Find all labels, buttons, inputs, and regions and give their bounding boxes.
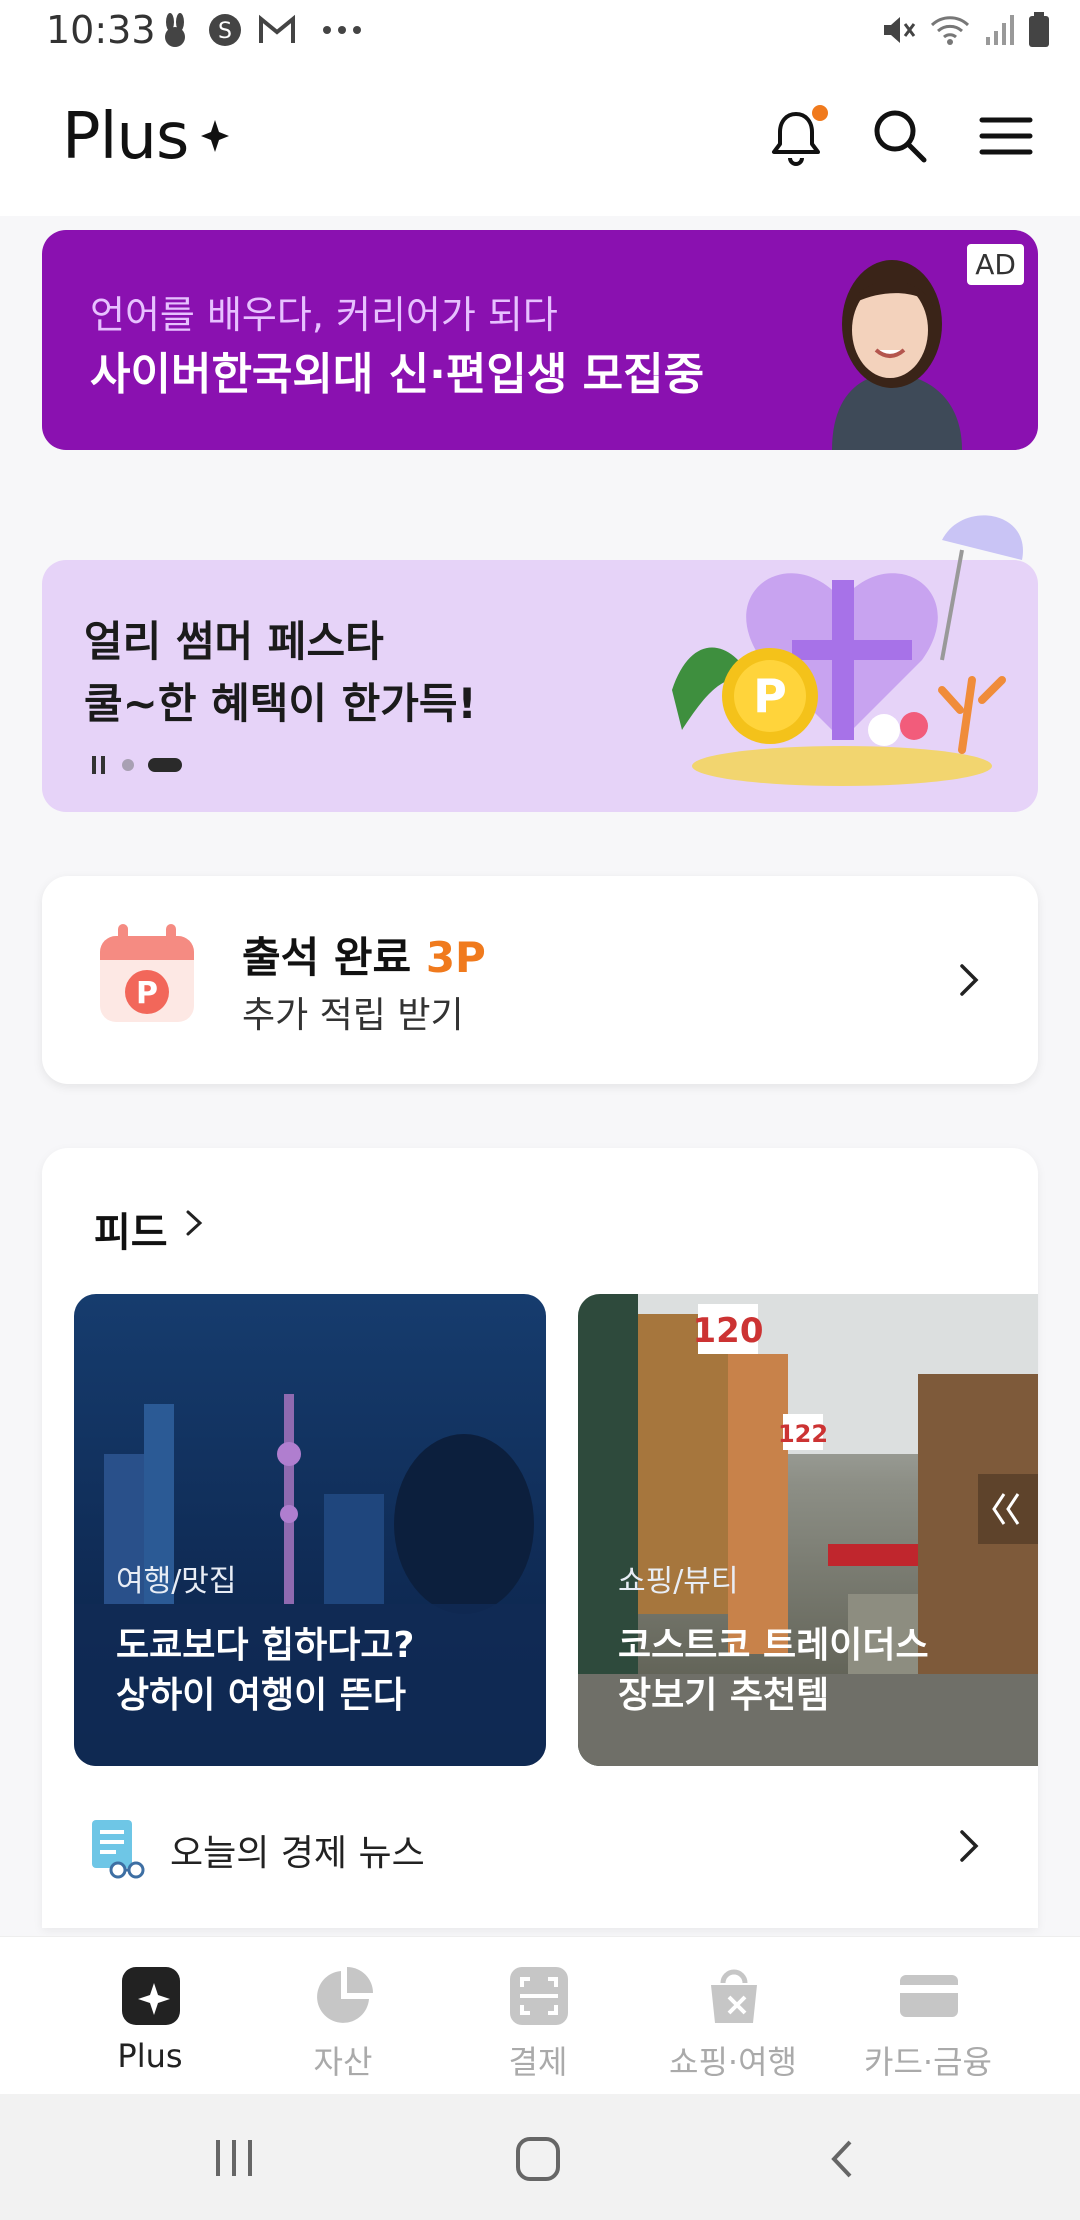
svg-text:120: 120 [693, 1311, 764, 1351]
feed-title[interactable]: 피드 [94, 1200, 168, 1258]
attendance-points: 3P [425, 933, 486, 982]
promo-title-line1: 얼리 썸머 페스타 [84, 617, 384, 666]
nav-item-card[interactable]: 카드·금융 [828, 1937, 1028, 2095]
card-title-line1: 도쿄보다 힙하다고? [116, 1625, 415, 1666]
status-bar: 10:33 S [0, 0, 1080, 66]
ad-banner[interactable]: 언어를 배우다, 커리어가 되다 사이버한국외대 신·편입생 모집중 AD [42, 230, 1038, 450]
more-notifications-icon [323, 26, 361, 34]
promo-banner[interactable]: 얼리 썸머 페스타 쿨~한 혜택이 한가득! P [42, 515, 1038, 812]
status-icons [880, 12, 1050, 48]
attendance-card[interactable]: P 출석 완료 3P 추가 적립 받기 [42, 876, 1038, 1084]
gmail-icon [259, 14, 295, 43]
s-app-icon: S [209, 14, 241, 46]
nav-item-plus[interactable]: Plus [50, 1937, 250, 2095]
attendance-title: 출석 완료 3P [242, 924, 486, 985]
mute-icon [884, 17, 916, 43]
calendar-points-icon: P [100, 924, 194, 1022]
feed-card-shopping[interactable]: 120 122 쇼핑/뷰티 코스트코 트레이더스 장보기 추천템 [578, 1294, 1038, 1766]
nav-label: Plus [117, 2037, 183, 2075]
search-icon[interactable] [868, 104, 932, 168]
svg-text:S: S [218, 19, 232, 44]
status-time: 10:33 [46, 8, 156, 52]
wifi-icon [930, 16, 970, 45]
feed-section: 피드 여행/맛집 도쿄보다 힙하다고? 상하이 여행이 뜬다 120 122 쇼… [42, 1148, 1038, 1928]
ad-subtitle: 언어를 배우다, 커리어가 되다 [90, 293, 558, 337]
shopping-bag-icon [711, 1969, 757, 2023]
system-nav-bar [0, 2094, 1080, 2220]
nav-label: 카드·금융 [864, 2043, 992, 2081]
nav-label: 쇼핑·여행 [669, 2043, 797, 2081]
card-title-line1: 코스트코 트레이더스 [618, 1625, 929, 1666]
promo-title-line2: 쿨~한 혜택이 한가득! [84, 679, 477, 728]
rabbit-icon [165, 13, 185, 47]
home-icon[interactable] [514, 2136, 562, 2182]
carousel-dot[interactable] [122, 759, 134, 771]
plus-sparkle-icon [122, 1967, 180, 2025]
signal-icon [986, 15, 1014, 45]
svg-text:P: P [753, 669, 787, 723]
card-title-line2: 장보기 추천템 [618, 1675, 830, 1716]
back-icon[interactable] [822, 2138, 862, 2180]
battery-icon [1029, 12, 1049, 47]
chevron-right-icon [960, 1830, 979, 1862]
card-category: 여행/맛집 [116, 1564, 237, 1599]
svg-text:122: 122 [778, 1420, 828, 1448]
news-glasses-icon [92, 1820, 145, 1879]
notification-dot [812, 105, 828, 121]
ad-model-image [832, 260, 962, 450]
scroll-left-icon[interactable] [978, 1474, 1038, 1544]
economy-news-row[interactable]: 오늘의 경제 뉴스 [42, 1788, 1038, 1898]
nav-item-pay[interactable]: 결제 [438, 1937, 638, 2095]
svg-text:P: P [136, 976, 158, 1011]
recent-apps-icon[interactable] [212, 2138, 256, 2178]
attendance-subtitle: 추가 적립 받기 [242, 995, 464, 1036]
app-logo: Plus [62, 100, 189, 174]
gift-heart-illustration: P [672, 515, 1023, 786]
card-icon [900, 1975, 958, 2017]
bottom-nav: Plus 자산 결제 쇼핑·여행 카드·금융 [0, 1936, 1080, 2095]
ad-badge: AD [965, 242, 1026, 287]
carousel-controls [92, 756, 182, 774]
attendance-status: 출석 완료 [242, 933, 412, 982]
chevron-right-icon [960, 964, 979, 996]
pie-chart-icon [317, 1967, 373, 2023]
sparkle-icon [201, 120, 229, 152]
chevron-right-icon[interactable] [182, 1208, 208, 1238]
news-label: 오늘의 경제 뉴스 [170, 1833, 425, 1874]
card-title-line2: 상하이 여행이 뜬다 [116, 1675, 407, 1716]
scan-icon [510, 1967, 568, 2025]
nav-label: 자산 [313, 2043, 373, 2081]
carousel-dot-active[interactable] [148, 758, 182, 772]
nav-item-assets[interactable]: 자산 [243, 1937, 443, 2095]
pause-icon[interactable] [92, 756, 108, 774]
card-category: 쇼핑/뷰티 [618, 1564, 739, 1599]
menu-icon[interactable] [974, 104, 1038, 168]
feed-card-travel[interactable]: 여행/맛집 도쿄보다 힙하다고? 상하이 여행이 뜬다 [74, 1294, 546, 1766]
ad-title: 사이버한국외대 신·편입생 모집중 [90, 349, 705, 400]
nav-label: 결제 [508, 2043, 568, 2081]
nav-item-shopping[interactable]: 쇼핑·여행 [633, 1937, 833, 2095]
